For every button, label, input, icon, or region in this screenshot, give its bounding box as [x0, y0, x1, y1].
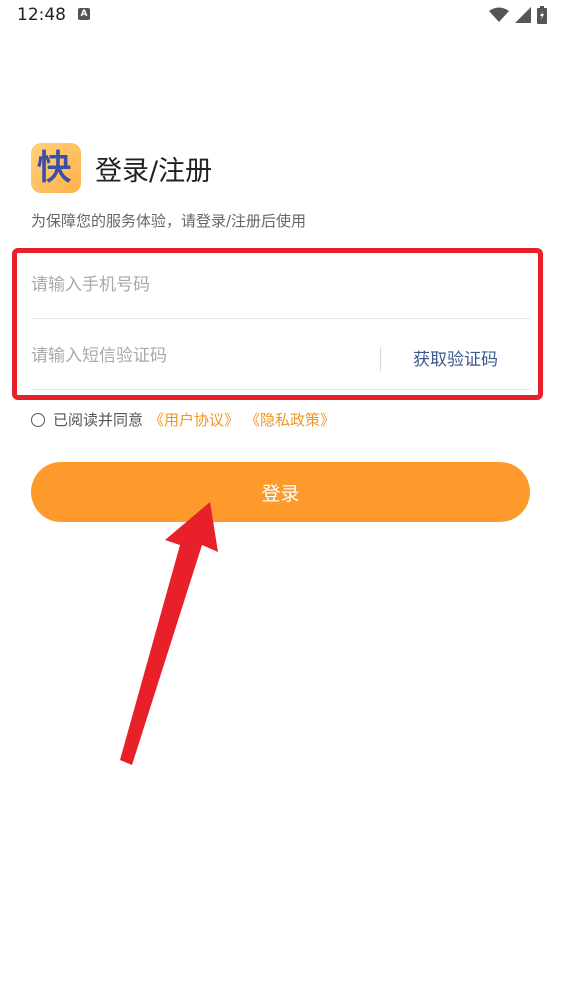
- agreement: 已阅读并同意 《用户协议》 《隐私政策》: [31, 409, 335, 430]
- page-title: 登录/注册: [95, 155, 213, 187]
- status-time: 12:48: [17, 5, 66, 25]
- signal-icon: [515, 7, 531, 23]
- sms-code-input[interactable]: [31, 325, 361, 387]
- user-agreement-link[interactable]: 《用户协议》: [149, 409, 239, 430]
- page-subtitle: 为保障您的服务体验，请登录/注册后使用: [31, 212, 307, 230]
- privacy-policy-link[interactable]: 《隐私政策》: [245, 409, 335, 430]
- app-logo: 快: [31, 143, 81, 193]
- login-button[interactable]: 登录: [31, 462, 530, 522]
- agree-radio[interactable]: [31, 412, 45, 427]
- agree-text: 已阅读并同意: [53, 411, 144, 429]
- code-field-row: 获取验证码: [31, 325, 530, 390]
- header: 快 登录/注册: [31, 143, 212, 193]
- a-icon: A: [78, 8, 90, 20]
- app-logo-char: 快: [37, 148, 71, 188]
- battery-icon: [537, 6, 547, 24]
- phone-input[interactable]: [31, 254, 361, 316]
- status-bar: 12:48 A: [0, 0, 561, 32]
- get-code-button[interactable]: 获取验证码: [393, 345, 518, 371]
- code-divider: [380, 347, 381, 371]
- status-icons: [489, 6, 547, 24]
- wifi-icon: [489, 7, 509, 22]
- phone-field-row: [31, 254, 530, 319]
